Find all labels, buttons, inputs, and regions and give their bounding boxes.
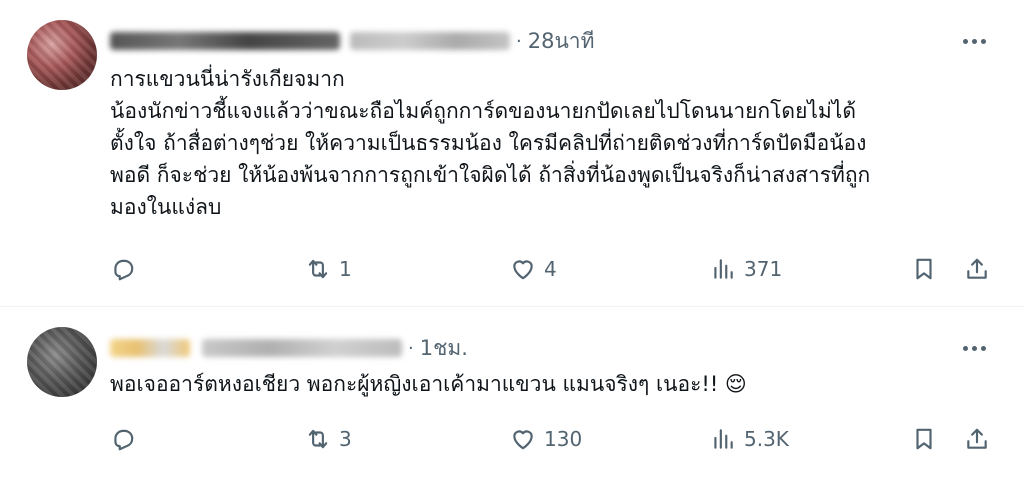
avatar[interactable] <box>27 327 97 397</box>
tweet-header: · 1ชม. <box>110 331 468 365</box>
bookmark-button[interactable] <box>911 254 937 284</box>
tweet-text: การแขวนนี่น่ารังเกียจมาก น้องนักข่าวชี้แ… <box>110 67 871 219</box>
views-button[interactable]: 5.3K <box>710 424 789 454</box>
tweet[interactable]: · 28นาที การแขวนนี่น่ารังเกียจมาก น้องนั… <box>0 0 1024 306</box>
retweet-count: 3 <box>339 427 352 451</box>
display-name-blurred[interactable] <box>110 339 190 357</box>
like-button[interactable]: 4 <box>510 254 557 284</box>
avatar[interactable] <box>27 20 97 90</box>
views-button[interactable]: 371 <box>710 254 782 284</box>
like-button[interactable]: 130 <box>510 424 582 454</box>
retweet-icon <box>308 429 328 449</box>
more-button[interactable] <box>954 333 994 363</box>
retweet-count: 1 <box>339 257 352 281</box>
bookmark-icon <box>916 258 932 280</box>
views-count: 5.3K <box>744 427 789 451</box>
timeline-feed: · 28นาที การแขวนนี่น่ารังเกียจมาก น้องนั… <box>0 0 1024 479</box>
display-name-blurred[interactable] <box>110 32 340 50</box>
timestamp[interactable]: 28นาที <box>528 25 595 58</box>
more-icon <box>962 38 968 44</box>
bookmark-button[interactable] <box>911 424 937 454</box>
views-icon <box>714 259 733 279</box>
share-icon <box>967 258 987 279</box>
retweet-button[interactable]: 1 <box>305 254 352 284</box>
reply-icon <box>114 259 134 281</box>
bookmark-icon <box>916 428 932 450</box>
tweet-header: · 28นาที <box>110 24 594 58</box>
username-blurred[interactable] <box>202 339 402 357</box>
share-button[interactable] <box>964 424 990 454</box>
retweet-icon <box>308 259 328 279</box>
heart-icon <box>513 260 533 280</box>
separator-dot: · <box>516 30 522 52</box>
views-count: 371 <box>744 257 783 281</box>
separator-dot: · <box>408 337 414 359</box>
tweet-actions: 1 4 371 <box>110 254 994 284</box>
share-icon <box>967 428 987 449</box>
reply-icon <box>114 429 134 451</box>
retweet-button[interactable]: 3 <box>305 424 352 454</box>
username-blurred[interactable] <box>350 32 510 50</box>
views-icon <box>714 429 733 449</box>
heart-icon <box>513 430 533 450</box>
tweet[interactable]: · 1ชม. พอเจออาร์ตหงอเชียว พอกะผู้หญิงเอา… <box>0 307 1024 479</box>
tweet-actions: 3 130 5.3K <box>110 424 994 454</box>
more-icon <box>962 345 968 351</box>
share-button[interactable] <box>964 254 990 284</box>
reply-button[interactable] <box>110 254 144 284</box>
like-count: 130 <box>544 427 583 451</box>
tweet-text: พอเจออาร์ตหงอเชียว พอกะผู้หญิงเอาเค้ามาแ… <box>110 372 747 396</box>
reply-button[interactable] <box>110 424 144 454</box>
like-count: 4 <box>544 257 557 281</box>
timestamp[interactable]: 1ชม. <box>420 332 468 365</box>
more-button[interactable] <box>954 26 994 56</box>
